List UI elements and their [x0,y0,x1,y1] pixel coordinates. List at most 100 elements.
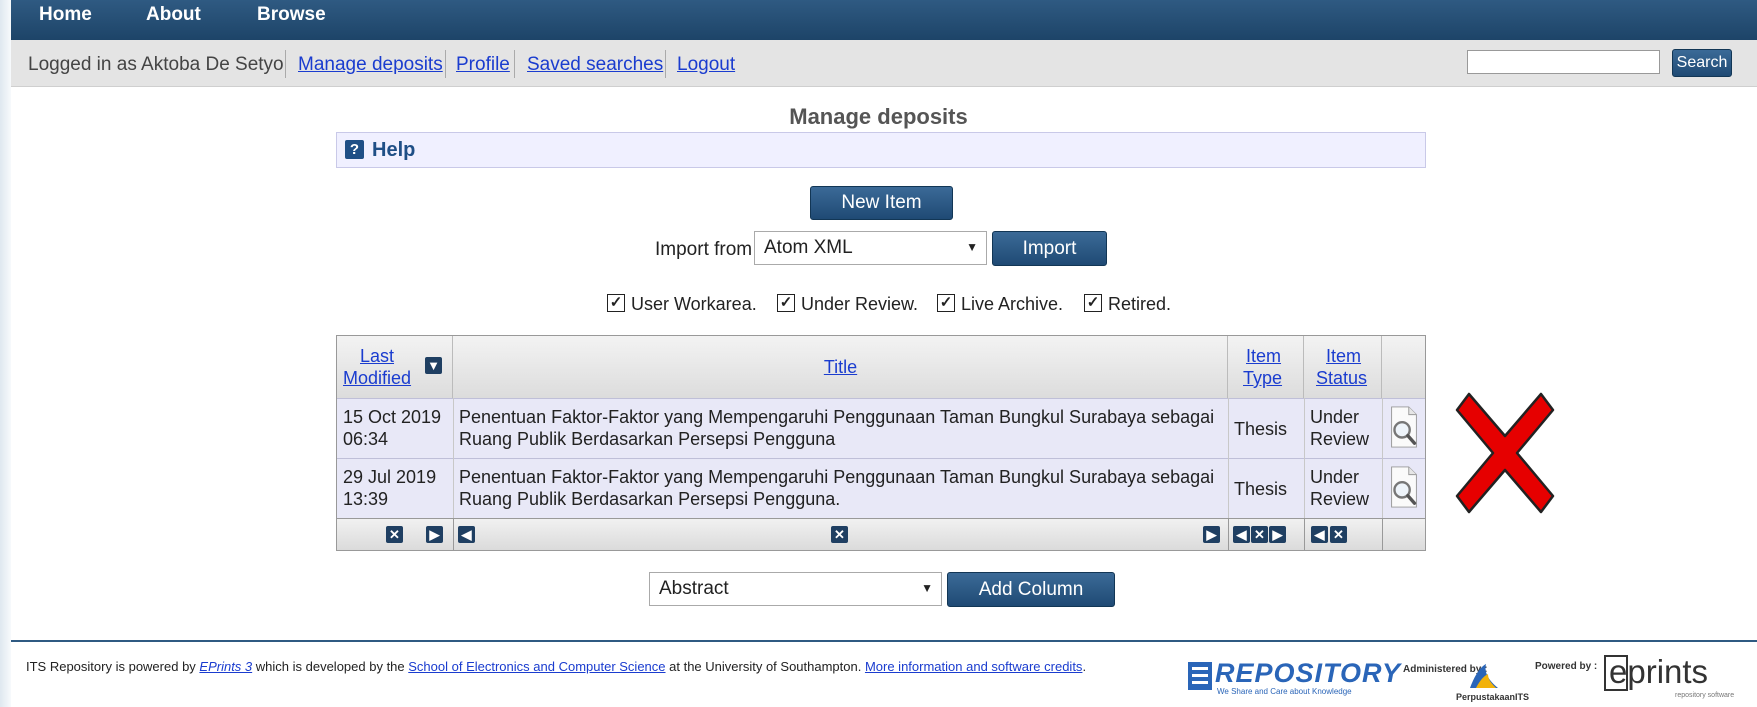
nav-about-link[interactable]: About [146,4,201,26]
filter-under-review-checkbox[interactable]: ✓ [777,294,795,312]
move-column-left-icon[interactable]: ◀ [458,526,475,543]
view-item-icon[interactable] [1389,466,1419,508]
footer-text-part: ITS Repository is powered by [26,659,200,674]
move-column-left-icon[interactable]: ◀ [1311,526,1328,543]
new-item-button[interactable]: New Item [810,186,953,220]
header-actions [1382,336,1425,398]
column-divider [453,519,454,551]
divider [445,50,446,78]
repository-logo-icon [1188,662,1212,690]
row-time: 06:34 [343,429,389,449]
remove-column-icon[interactable]: ✕ [1251,526,1268,543]
header-last-modified: Last Modified ▼ [337,336,453,398]
deposits-table: Last Modified ▼ Title Item Type Item Sta… [336,335,1426,551]
move-column-left-icon[interactable]: ◀ [1233,526,1250,543]
remove-column-icon[interactable]: ✕ [831,526,848,543]
sort-item-status-link[interactable]: Item [1326,346,1361,367]
row-time: 13:39 [343,489,389,509]
eprints-logo-block: Powered by : eprints repository software [1535,653,1745,700]
repository-logo: REPOSITORY We Share and Care about Knowl… [1187,657,1400,697]
add-column-button[interactable]: Add Column [947,572,1115,607]
help-panel[interactable]: ? Help [336,132,1426,168]
column-divider [1382,398,1383,518]
search-input[interactable] [1467,50,1660,74]
logout-link[interactable]: Logout [677,54,735,76]
row-date: 29 Jul 2019 [343,467,437,487]
sort-item-type-link[interactable]: Item [1246,346,1281,367]
header-title: Title [453,336,1228,398]
filter-user-workarea-checkbox[interactable]: ✓ [607,294,625,312]
column-divider [1228,519,1229,551]
eprints-logo-text: eprints [1609,653,1709,690]
import-format-select[interactable]: Atom XML ▼ [754,231,987,265]
row-item-status: Under [1310,407,1360,427]
row-title-line2: Ruang Publik Berdasarkan Persepsi Penggu… [459,429,836,449]
row-date: 15 Oct 2019 [343,407,442,427]
remove-column-icon[interactable]: ✕ [1330,526,1347,543]
library-logo-icon [1470,664,1498,688]
column-divider [1228,398,1229,518]
powered-by-label: Powered by : [1535,661,1598,672]
column-divider [1304,519,1305,551]
saved-searches-link[interactable]: Saved searches [527,54,663,76]
nav-browse-link[interactable]: Browse [257,4,326,26]
move-column-right-icon[interactable]: ▶ [1269,526,1286,543]
row-item-status-line2: Review [1310,429,1370,449]
logged-in-text: Logged in as Aktoba De Setyo [28,54,284,75]
column-divider [1304,398,1305,518]
table-row[interactable]: 15 Oct 2019 06:34 Penentuan Faktor-Fakto… [337,398,1425,458]
import-format-value: Atom XML [764,237,853,258]
sort-item-type-link-line2[interactable]: Type [1243,368,1282,389]
row-item-status: Under [1310,467,1360,487]
sort-last-modified-link[interactable]: Last [360,346,394,367]
filter-retired-checkbox[interactable]: ✓ [1084,294,1102,312]
divider [665,50,666,78]
row-title: Penentuan Faktor-Faktor yang Mempengaruh… [459,407,1215,427]
page-title: Manage deposits [789,104,968,129]
chevron-down-icon: ▼ [966,240,978,254]
repository-logo-text: REPOSITORY [1215,658,1402,688]
add-column-value: Abstract [659,578,729,599]
view-item-icon[interactable] [1389,406,1419,448]
row-title: Penentuan Faktor-Faktor yang Mempengaruh… [459,467,1215,487]
row-title-line2: Ruang Publik Berdasarkan Persepsi Penggu… [459,489,841,509]
chevron-down-icon: ▼ [921,581,933,595]
sort-last-modified-link-line2[interactable]: Modified [343,368,411,389]
table-row[interactable]: 29 Jul 2019 13:39 Penentuan Faktor-Fakto… [337,458,1425,518]
eprints-link[interactable]: EPrints 3 [199,659,252,674]
add-column-select[interactable]: Abstract ▼ [649,572,942,606]
manage-deposits-link[interactable]: Manage deposits [298,54,443,76]
sort-title-link[interactable]: Title [453,357,1228,378]
search-button[interactable]: Search [1672,49,1732,77]
column-divider [453,398,454,518]
footer-text: ITS Repository is powered by EPrints 3 w… [26,659,1176,675]
more-info-link[interactable]: More information and software credits [865,659,1082,674]
filter-under-review-label: Under Review. [801,294,919,314]
move-column-right-icon[interactable]: ▶ [1203,526,1220,543]
sort-descending-icon[interactable]: ▼ [425,357,442,374]
import-button[interactable]: Import [992,231,1107,266]
filter-retired-label: Retired. [1108,294,1172,314]
help-label: Help [372,139,416,161]
import-from-label: Import from [655,239,753,260]
column-controls-row: ✕ ▶ ◀ ✕ ▶ ◀ ✕ ▶ ◀ ✕ [337,518,1425,551]
remove-column-icon[interactable]: ✕ [386,526,403,543]
sort-item-status-link-line2[interactable]: Status [1316,368,1367,389]
nav-home-link[interactable]: Home [39,4,92,26]
divider [514,50,515,78]
footer-text-part: which is developed by the [252,659,409,674]
school-link[interactable]: School of Electronics and Computer Scien… [408,659,665,674]
library-logo-text: PerpustakaanITS [1456,692,1530,702]
profile-link[interactable]: Profile [456,54,510,76]
divider [285,50,286,78]
move-column-right-icon[interactable]: ▶ [426,526,443,543]
eprints-tagline: repository software [1675,692,1735,699]
header-item-status: Item Status [1304,336,1382,398]
repository-tagline: We Share and Care about Knowledge [1217,687,1352,696]
column-divider [1382,519,1383,551]
help-icon: ? [345,140,364,159]
filter-live-archive-label: Live Archive. [961,294,1064,314]
filter-user-workarea-label: User Workarea. [631,294,757,314]
row-item-status-line2: Review [1310,489,1370,509]
filter-live-archive-checkbox[interactable]: ✓ [937,294,955,312]
